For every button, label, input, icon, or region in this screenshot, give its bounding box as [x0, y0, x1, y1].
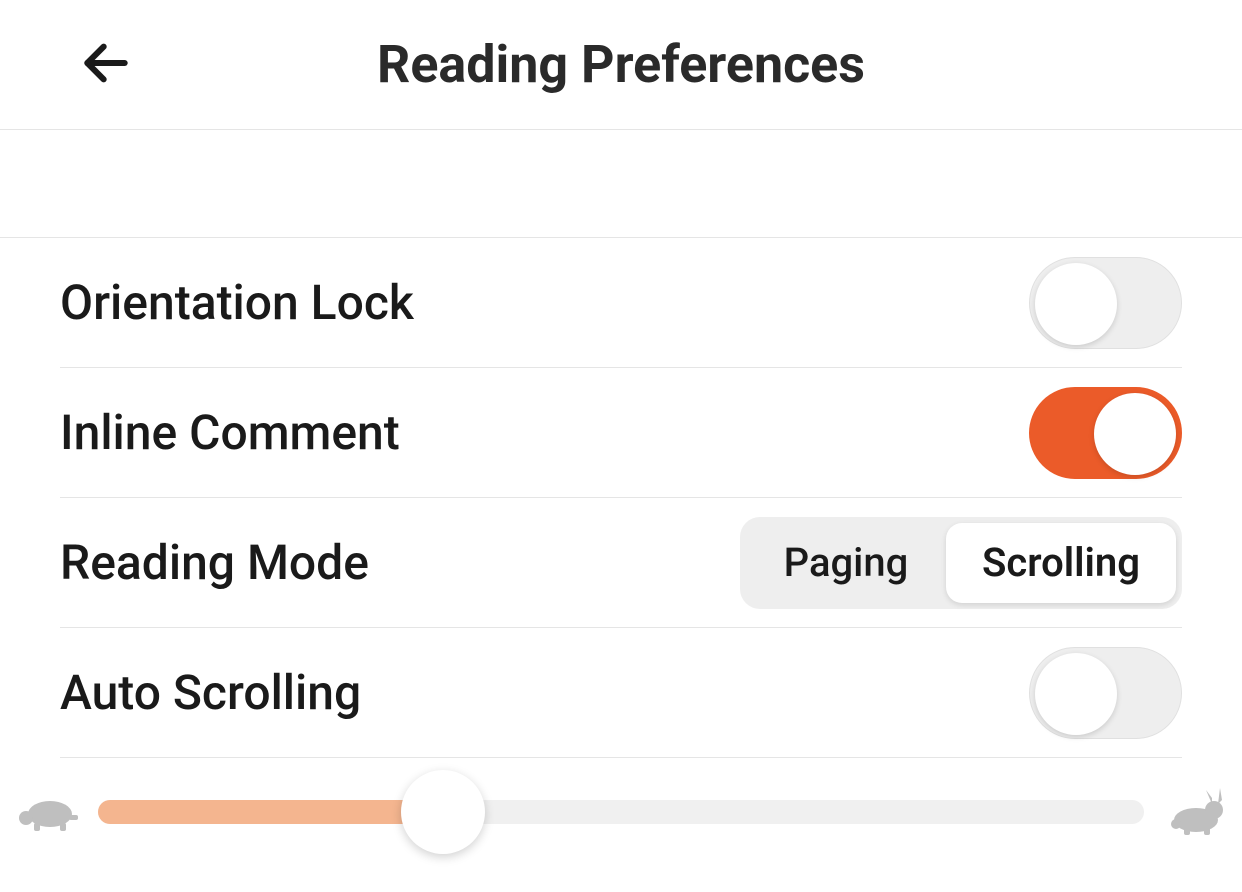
reading-mode-label: Reading Mode — [60, 534, 369, 591]
reading-mode-segmented: Paging Scrolling — [740, 517, 1182, 609]
auto-scrolling-toggle[interactable] — [1029, 647, 1182, 739]
inline-comment-toggle[interactable] — [1029, 387, 1182, 479]
segment-scrolling[interactable]: Scrolling — [946, 523, 1176, 603]
row-auto-scrolling: Auto Scrolling — [60, 628, 1182, 758]
orientation-lock-label: Orientation Lock — [60, 274, 414, 331]
orientation-lock-toggle[interactable] — [1029, 257, 1182, 349]
rabbit-icon — [1162, 787, 1226, 837]
back-button[interactable] — [76, 35, 136, 95]
page-title: Reading Preferences — [0, 34, 1242, 95]
speed-slider-area — [0, 762, 1242, 862]
header: Reading Preferences — [0, 0, 1242, 130]
row-orientation-lock: Orientation Lock — [60, 238, 1182, 368]
row-reading-mode: Reading Mode Paging Scrolling — [60, 498, 1182, 628]
arrow-left-icon — [78, 35, 134, 94]
turtle-icon — [16, 787, 80, 837]
segment-paging[interactable]: Paging — [746, 523, 946, 603]
row-inline-comment: Inline Comment — [60, 368, 1182, 498]
toggle-knob — [1035, 263, 1117, 345]
section-spacer — [0, 130, 1242, 238]
slider-fill — [98, 800, 443, 824]
inline-comment-label: Inline Comment — [60, 404, 400, 461]
auto-scrolling-label: Auto Scrolling — [60, 664, 361, 721]
settings-list: Orientation Lock Inline Comment Reading … — [0, 238, 1242, 758]
toggle-knob — [1094, 393, 1176, 475]
speed-slider[interactable] — [98, 800, 1144, 824]
slider-thumb[interactable] — [401, 770, 485, 854]
toggle-knob — [1035, 653, 1117, 735]
